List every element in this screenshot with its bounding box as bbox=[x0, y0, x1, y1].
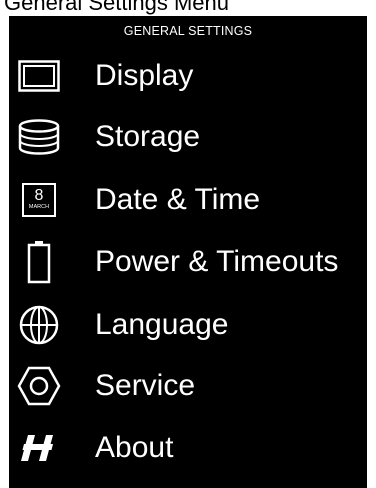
display-icon bbox=[17, 56, 61, 96]
menu-item-language[interactable]: Language bbox=[9, 300, 367, 350]
storage-icon bbox=[17, 117, 61, 157]
menu-item-power-timeouts[interactable]: Power & Timeouts bbox=[9, 237, 367, 287]
settings-screen: GENERAL SETTINGS Display Storage 8 MARCH… bbox=[9, 16, 367, 488]
calendar-month: MARCH bbox=[28, 204, 50, 210]
menu-item-service[interactable]: Service bbox=[9, 361, 367, 411]
menu-item-label: Storage bbox=[95, 120, 201, 153]
calendar-day: 8 bbox=[34, 187, 44, 204]
calendar-icon: 8 MARCH bbox=[17, 180, 61, 220]
menu-item-label: Language bbox=[95, 308, 229, 341]
menu-item-label: Date & Time bbox=[95, 183, 261, 216]
page-title: GENERAL SETTINGS bbox=[123, 24, 253, 38]
battery-icon bbox=[17, 241, 61, 284]
menu-item-date-time[interactable]: 8 MARCH Date & Time bbox=[9, 175, 367, 225]
globe-icon bbox=[17, 305, 61, 345]
menu-item-label: Power & Timeouts bbox=[95, 245, 339, 278]
menu-caption: General Settings Menu bbox=[4, 0, 230, 15]
menu-item-about[interactable]: About bbox=[9, 423, 367, 473]
menu-item-display[interactable]: Display bbox=[9, 51, 367, 101]
menu-item-storage[interactable]: Storage bbox=[9, 112, 367, 162]
brand-logo-icon bbox=[17, 428, 61, 468]
menu-item-label: About bbox=[95, 431, 174, 464]
menu-item-label: Display bbox=[95, 59, 194, 92]
menu-item-label: Service bbox=[95, 369, 196, 402]
hexagon-icon bbox=[17, 366, 61, 406]
